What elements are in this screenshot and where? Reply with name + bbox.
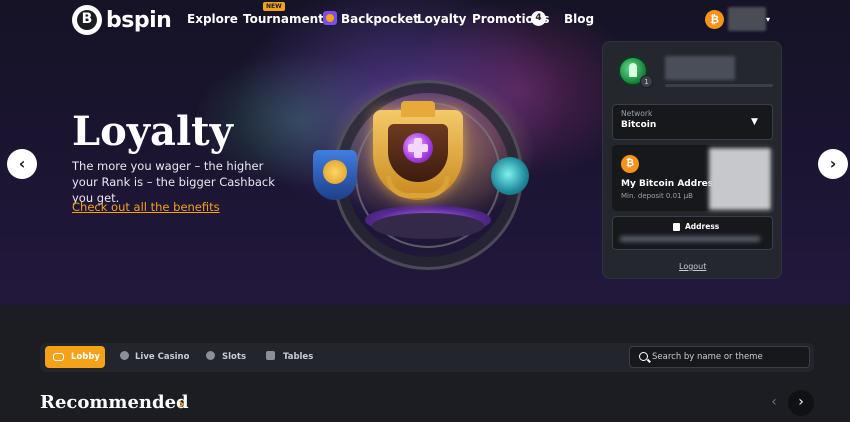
- logo-wordmark: bspin: [106, 7, 172, 33]
- teal-rank-badge-icon: [491, 157, 529, 195]
- address-title: My Bitcoin Address: [621, 179, 719, 189]
- network-value: Bitcoin: [621, 120, 657, 130]
- hero-subtitle: The more you wager – the higher your Ran…: [72, 159, 275, 205]
- bitcoin-balance-icon[interactable]: ₿: [705, 10, 724, 29]
- address-value-redacted: [620, 236, 760, 242]
- hero-title: Loyalty: [72, 108, 233, 155]
- rank-level-number: 1: [640, 75, 653, 88]
- live-casino-icon: [120, 351, 129, 360]
- blue-rank-badge-icon: [313, 150, 357, 200]
- hero-podium: [372, 213, 484, 239]
- search-icon: [639, 352, 648, 361]
- tab-slots[interactable]: Slots: [222, 352, 246, 362]
- slots-icon: [206, 351, 215, 360]
- nav-tournament[interactable]: Tournament: [243, 12, 324, 26]
- crown-icon: [401, 101, 435, 117]
- tab-tables[interactable]: Tables: [283, 352, 313, 362]
- caret-down-icon[interactable]: ▼: [751, 117, 758, 127]
- promotions-count-badge: 4: [531, 11, 546, 26]
- nav-backpocket[interactable]: Backpocket: [341, 12, 419, 26]
- poker-chip-logo-icon: B: [72, 5, 102, 35]
- bspin-logo[interactable]: B bspin: [72, 5, 172, 35]
- chevron-right-icon[interactable]: ›: [178, 394, 185, 413]
- tab-lobby[interactable]: Lobby: [45, 346, 105, 368]
- recommended-title[interactable]: Recommended: [40, 392, 189, 413]
- tab-lobby-label: Lobby: [71, 352, 100, 362]
- carousel-next-button[interactable]: ›: [818, 149, 848, 179]
- tab-live-casino[interactable]: Live Casino: [135, 352, 189, 362]
- nav-loyalty[interactable]: Loyalty: [417, 12, 466, 26]
- username-redacted: [665, 56, 735, 80]
- rank-progress-bar: [665, 84, 773, 87]
- benefits-link[interactable]: Check out all the benefits: [72, 200, 220, 214]
- search-input[interactable]: [652, 350, 802, 364]
- backpocket-icon: [323, 11, 337, 25]
- user-balance-redacted[interactable]: [728, 7, 766, 31]
- logo-glyph: B: [81, 11, 93, 27]
- tables-icon: [266, 351, 275, 360]
- min-deposit-text: Min. deposit 0.01 µB: [621, 192, 693, 200]
- recommended-next-button[interactable]: ›: [788, 390, 814, 416]
- logout-link[interactable]: Logout: [679, 262, 706, 271]
- gem-cross-horizontal: [408, 144, 428, 152]
- nav-blog[interactable]: Blog: [564, 12, 594, 26]
- copy-icon: [673, 223, 680, 231]
- network-label: Network: [621, 109, 653, 118]
- bitcoin-icon: ₿: [621, 155, 639, 173]
- gamepad-icon: [53, 353, 64, 361]
- address-button-label: Address: [685, 222, 720, 231]
- recommended-prev-button[interactable]: ‹: [762, 391, 786, 415]
- qr-code-redacted: [709, 148, 771, 210]
- carousel-prev-button[interactable]: ‹: [7, 149, 37, 179]
- chevron-down-icon[interactable]: ▾: [766, 15, 770, 24]
- nav-explore[interactable]: Explore: [187, 12, 238, 26]
- new-badge: NEW: [263, 2, 285, 11]
